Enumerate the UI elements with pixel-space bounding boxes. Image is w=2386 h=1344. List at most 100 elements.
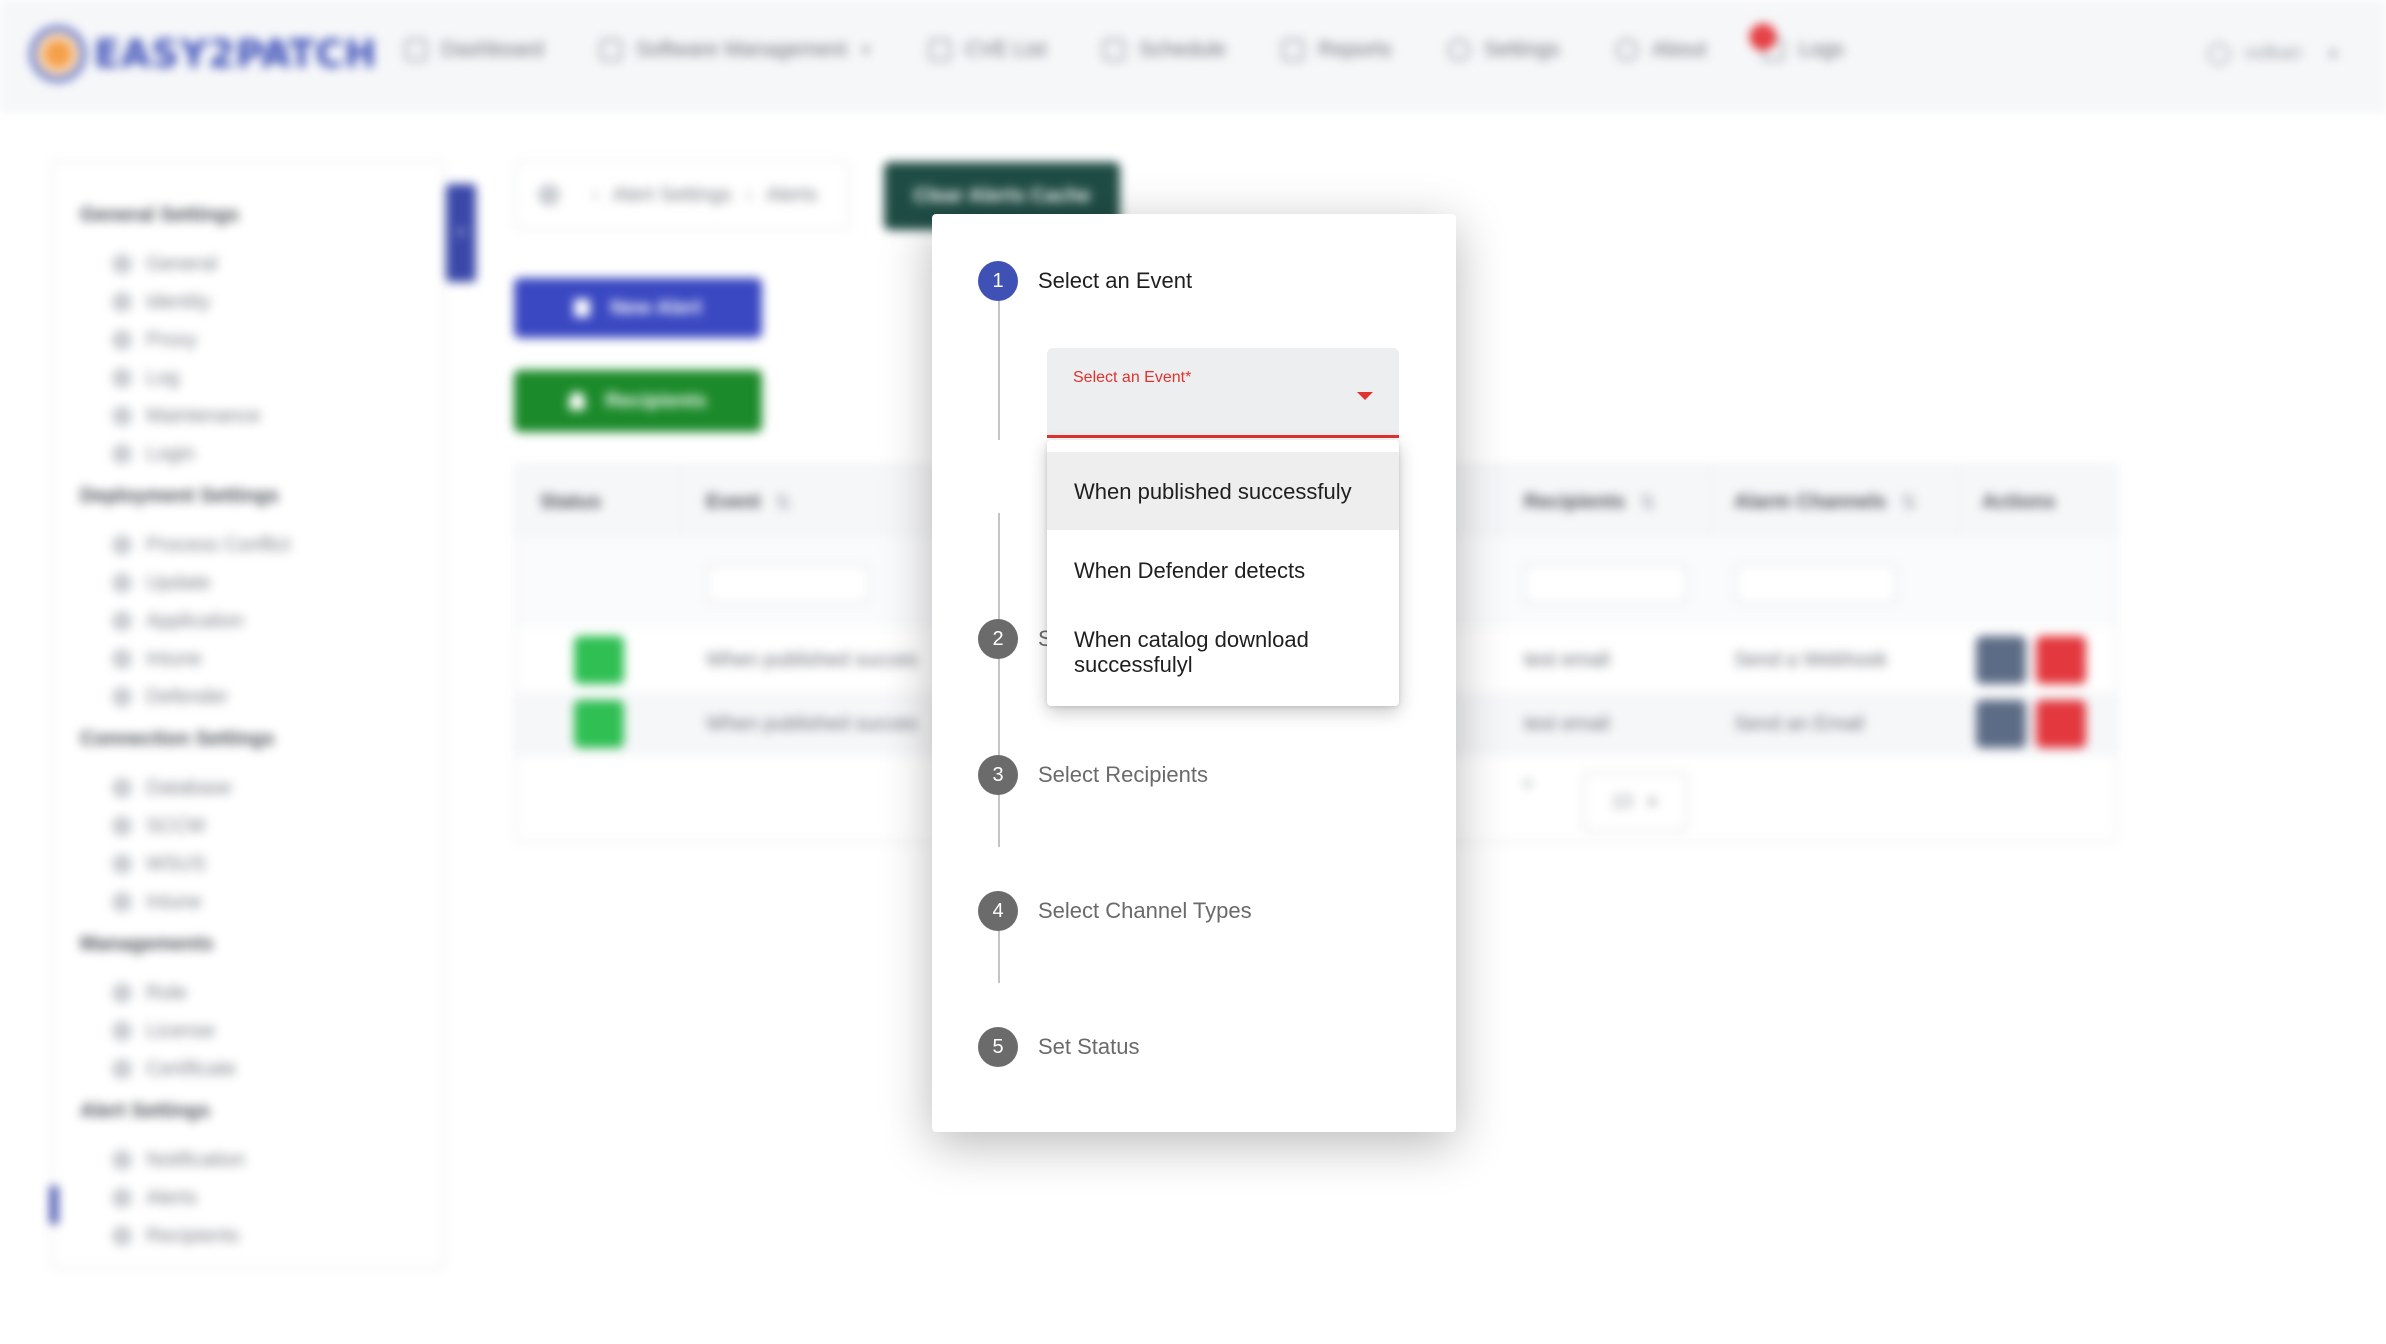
nav-label: CVE List — [964, 38, 1047, 61]
circle-icon — [112, 368, 132, 388]
sidebar-item-notification[interactable]: Notification — [52, 1141, 444, 1179]
sidebar-item-license[interactable]: License — [52, 1012, 444, 1050]
step-4[interactable]: 4 Select Channel Types — [978, 891, 1252, 931]
edit-button[interactable] — [1976, 700, 2026, 748]
circle-icon — [112, 330, 132, 350]
sidebar-item-alerts[interactable]: Alerts — [52, 1179, 444, 1217]
chevron-down-icon: ▼ — [2326, 45, 2340, 62]
step-5[interactable]: 5 Set Status — [978, 1027, 1140, 1067]
logo-icon — [30, 26, 86, 82]
sidebar-item-certificate[interactable]: Certificate — [52, 1050, 444, 1088]
sidebar-item-recipients[interactable]: Recipients — [52, 1217, 444, 1255]
sidebar-item-login[interactable]: Login — [52, 435, 444, 473]
event-cell: When published succes — [706, 648, 918, 671]
sidebar-item-role[interactable]: Role — [52, 974, 444, 1012]
event-filter-input[interactable] — [706, 564, 870, 604]
sidebar-item-label: Recipients — [146, 1224, 240, 1247]
sidebar-item-log[interactable]: Log — [52, 359, 444, 397]
nav-dashboard[interactable]: Dashboard — [405, 38, 544, 62]
sidebar-item-process-conflict[interactable]: Process Conflict — [52, 526, 444, 564]
nav-reports[interactable]: Reports — [1282, 38, 1392, 62]
step-2[interactable]: 2 S — [978, 619, 1053, 659]
sidebar-item-intune[interactable]: Intune — [52, 640, 444, 678]
nav-settings[interactable]: Settings — [1447, 38, 1560, 62]
breadcrumb-item: Alerts — [766, 183, 818, 206]
caret-down-icon — [1357, 392, 1373, 400]
chart-icon — [405, 39, 427, 61]
sidebar-item-intune-connection[interactable]: Intune — [52, 883, 444, 921]
step-label: Select Recipients — [1038, 762, 1208, 787]
delete-button[interactable] — [2036, 636, 2086, 684]
actions-cell — [1976, 692, 2096, 756]
status-toggle[interactable] — [574, 636, 624, 684]
sidebar-item-wsus[interactable]: WSUS — [52, 845, 444, 883]
step-number: 5 — [978, 1027, 1018, 1067]
new-alert-button[interactable]: New Alert — [514, 278, 762, 338]
app-version: 4.2.10 — [260, 44, 291, 56]
sidebar-item-label: WSUS — [146, 852, 206, 875]
sort-icon[interactable]: ⇅ — [774, 490, 791, 515]
step-3[interactable]: 3 Select Recipients — [978, 755, 1208, 795]
event-select-label: Select an Event* — [1073, 369, 1192, 386]
sidebar-section-title: Deployment Settings — [80, 485, 279, 507]
sidebar-item-update[interactable]: Update — [52, 564, 444, 602]
nav-logs[interactable]: 0 Logs — [1750, 24, 1845, 62]
sidebar-item-defender[interactable]: Defender — [52, 678, 444, 716]
column-header-recipients[interactable]: Recipients ⇅ — [1500, 466, 1710, 538]
delete-button[interactable] — [2036, 700, 2086, 748]
app-logo[interactable]: EASY2PATCH — [30, 26, 377, 82]
sidebar-item-application[interactable]: Application — [52, 602, 444, 640]
nav-schedule[interactable]: Schedule — [1102, 38, 1227, 62]
circle-icon — [112, 1226, 132, 1246]
sidebar-item-label: Maintenance — [146, 404, 261, 427]
recipients-filter-input[interactable] — [1524, 564, 1688, 604]
event-option[interactable]: When published successfuly — [1047, 452, 1399, 530]
home-icon[interactable] — [538, 184, 560, 206]
channels-filter-input[interactable] — [1734, 564, 1898, 604]
sidebar-item-label: Process Conflict — [146, 533, 291, 556]
nav-label: Software Management — [635, 38, 848, 61]
sidebar-item-general[interactable]: General — [52, 245, 444, 283]
nav-cve-list[interactable]: CVE List — [928, 38, 1047, 62]
recipients-button[interactable]: Recipients — [514, 370, 762, 432]
step-number: 2 — [978, 619, 1018, 659]
recipients-cell: test email — [1524, 648, 1610, 671]
sidebar-item-label: License — [146, 1019, 215, 1042]
circle-icon — [112, 573, 132, 593]
sidebar-item-proxy[interactable]: Proxy — [52, 321, 444, 359]
last-page-icon[interactable]: » — [1522, 772, 1533, 795]
nav-label: Schedule — [1138, 38, 1227, 61]
sidebar-item-label: Role — [146, 981, 188, 1004]
stepper-connector — [998, 286, 1000, 440]
sort-icon[interactable]: ⇅ — [1639, 490, 1656, 515]
user-name: volkan — [2244, 42, 2302, 64]
sidebar-item-label: Alerts — [146, 1186, 198, 1209]
step-1[interactable]: 1 Select an Event — [978, 261, 1192, 301]
sidebar-item-label: SCCM — [146, 814, 205, 837]
sort-icon[interactable]: ⇅ — [1900, 490, 1917, 515]
sidebar-active-indicator — [50, 1186, 58, 1224]
user-menu[interactable]: volkan ▼ — [2208, 42, 2340, 65]
page-size-select[interactable]: 10 ▼ — [1582, 772, 1688, 832]
sidebar-item-identity[interactable]: Identity — [52, 283, 444, 321]
sidebar-item-label: Login — [146, 442, 195, 465]
column-header-alarm-channels[interactable]: Alarm Channels ⇅ — [1710, 466, 1958, 538]
nav-software-management[interactable]: Software Management ▼ — [599, 38, 873, 62]
status-toggle[interactable] — [574, 700, 624, 748]
event-option[interactable]: When catalog download successfulyl — [1047, 610, 1399, 694]
event-option[interactable]: When Defender detects — [1047, 530, 1399, 610]
sidebar-collapse-button[interactable]: < — [446, 184, 476, 282]
sidebar-item-label: General — [146, 252, 218, 275]
sidebar-item-maintenance[interactable]: Maintenance — [52, 397, 444, 435]
sidebar-item-sccm[interactable]: SCCM — [52, 807, 444, 845]
circle-icon — [112, 983, 132, 1003]
sidebar-item-database[interactable]: Database — [52, 769, 444, 807]
nav-label: Logs — [1798, 38, 1845, 61]
nav-label: Dashboard — [441, 38, 544, 61]
edit-button[interactable] — [1976, 636, 2026, 684]
event-select[interactable]: Select an Event* — [1047, 348, 1399, 438]
settings-sidebar: General Settings General Identity Proxy … — [50, 160, 446, 1270]
circle-icon — [112, 1021, 132, 1041]
nav-about[interactable]: About — [1615, 38, 1706, 62]
breadcrumb-item[interactable]: Alert Settings — [613, 184, 732, 207]
